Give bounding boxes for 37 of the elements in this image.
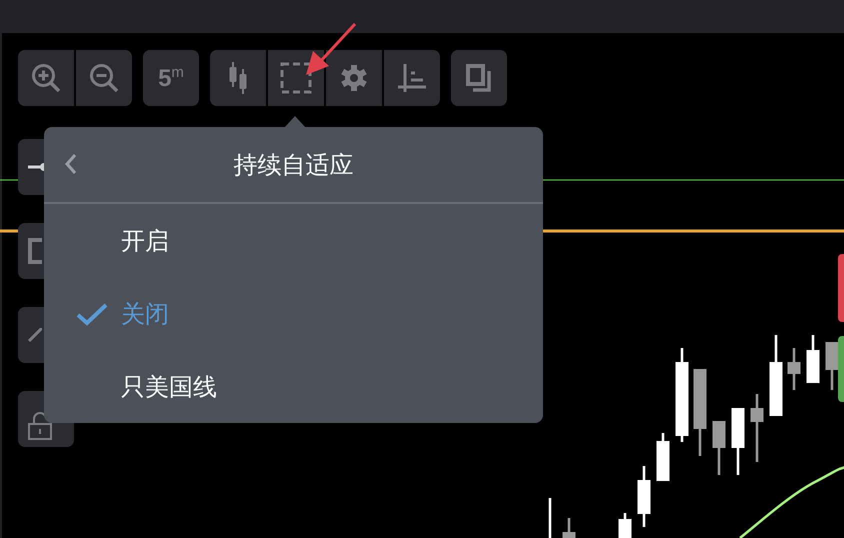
candlestick-icon [227, 61, 249, 95]
zoom-out-icon [89, 63, 119, 93]
toolbar-button[interactable] [76, 50, 132, 106]
zoom-in-icon [31, 63, 61, 93]
candle [562, 518, 576, 538]
back-icon [64, 153, 78, 175]
candle [806, 335, 820, 383]
menu-item[interactable]: 开启 [44, 204, 543, 277]
toolbar-button[interactable] [326, 50, 382, 106]
candle [638, 466, 650, 527]
candle [750, 394, 764, 462]
back-button[interactable] [64, 153, 78, 175]
candle [656, 433, 670, 481]
copy-icon [465, 63, 493, 93]
toolbar-button[interactable] [384, 50, 440, 106]
annotation-arrow [305, 23, 357, 77]
candle [548, 498, 552, 538]
menu-item[interactable]: 只美国线 [44, 350, 543, 423]
lock-icon [28, 412, 52, 440]
toolbar-button[interactable] [451, 50, 507, 106]
toolbar-button[interactable] [268, 50, 324, 106]
check-icon [76, 302, 108, 326]
candle [618, 513, 632, 538]
line-icon [28, 328, 42, 342]
dashed-square-icon [280, 62, 312, 94]
axis-icon [397, 63, 427, 93]
settings-icon [340, 64, 368, 92]
box-icon [28, 238, 42, 264]
price-tag [838, 336, 844, 402]
menu-title: 持续自适应 [234, 150, 354, 180]
toolbar-button[interactable] [18, 50, 74, 106]
price-tag [838, 254, 844, 322]
toolbar-button[interactable] [210, 50, 266, 106]
candle [732, 408, 744, 475]
candle [712, 421, 726, 475]
candle [826, 342, 838, 390]
candle [788, 348, 800, 390]
